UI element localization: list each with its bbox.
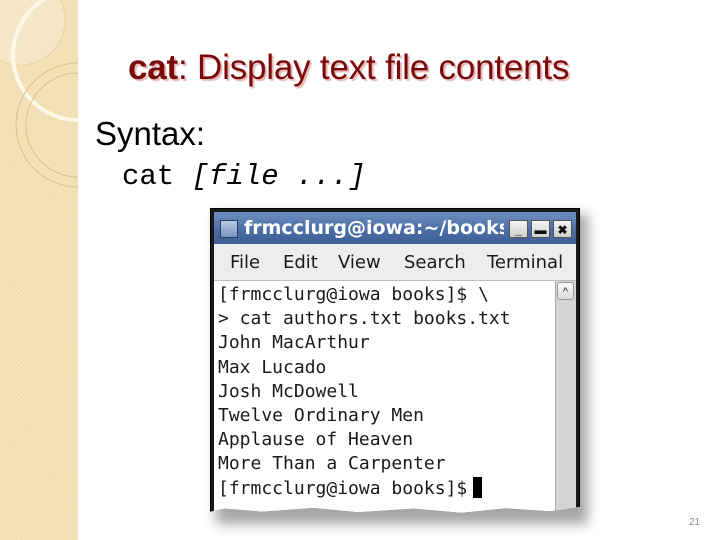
menu-terminal[interactable]: Terminal: [487, 252, 563, 273]
minimize-button[interactable]: _: [509, 220, 528, 238]
terminal-prompt-line: [frmcclurg@iowa books]$: [218, 476, 511, 501]
terminal-window-icon[interactable]: [220, 220, 238, 238]
terminal-line: Applause of Heaven: [218, 429, 414, 451]
syntax-label: Syntax:: [95, 115, 206, 152]
terminal-prompt: [frmcclurg@iowa books]$: [218, 477, 468, 499]
title-description: : Display text file contents: [178, 48, 570, 87]
text-cursor: [473, 476, 483, 498]
terminal-content[interactable]: [frmcclurg@iowa books]$ \ > cat authors.t…: [214, 281, 576, 513]
close-button[interactable]: ✖: [553, 220, 572, 238]
slide-number: 21: [689, 517, 701, 528]
terminal-line: Max Lucado: [218, 356, 327, 378]
terminal-line: Josh McDowell: [218, 380, 359, 402]
terminal-line: [frmcclurg@iowa books]$ \: [218, 284, 489, 305]
menu-view[interactable]: View: [338, 252, 381, 273]
title-command: cat: [128, 48, 178, 87]
menu-bar: File Edit View Search Terminal: [214, 244, 576, 281]
terminal-line: > cat authors.txt books.txt: [218, 308, 511, 330]
decorative-sidebar: [0, 0, 78, 540]
syntax-command: cat [file ...]: [122, 160, 366, 193]
decorative-circles: [0, 0, 78, 188]
window-title: frmcclurg@iowa:~/books: [244, 217, 504, 239]
menu-edit[interactable]: Edit: [283, 252, 318, 273]
scroll-up-icon[interactable]: ^: [557, 282, 574, 300]
vertical-scrollbar[interactable]: ^: [555, 281, 576, 513]
window-titlebar[interactable]: frmcclurg@iowa:~/books _ ▬ ✖: [214, 212, 576, 244]
menu-search[interactable]: Search: [404, 252, 466, 273]
maximize-button[interactable]: ▬: [531, 220, 550, 238]
terminal-line: Twelve Ordinary Men: [218, 405, 424, 427]
syntax-command-name: cat: [122, 160, 192, 193]
terminal-window: frmcclurg@iowa:~/books _ ▬ ✖ File Edit V…: [210, 208, 580, 513]
terminal-line: John MacArthur: [218, 332, 370, 354]
terminal-output: [frmcclurg@iowa books]$ \ > cat authors.t…: [218, 283, 511, 501]
slide-title: cat: Display text file contents: [128, 48, 569, 88]
syntax-command-args: [file ...]: [191, 160, 366, 193]
menu-file[interactable]: File: [230, 252, 260, 273]
terminal-line: More Than a Carpenter: [218, 453, 446, 475]
